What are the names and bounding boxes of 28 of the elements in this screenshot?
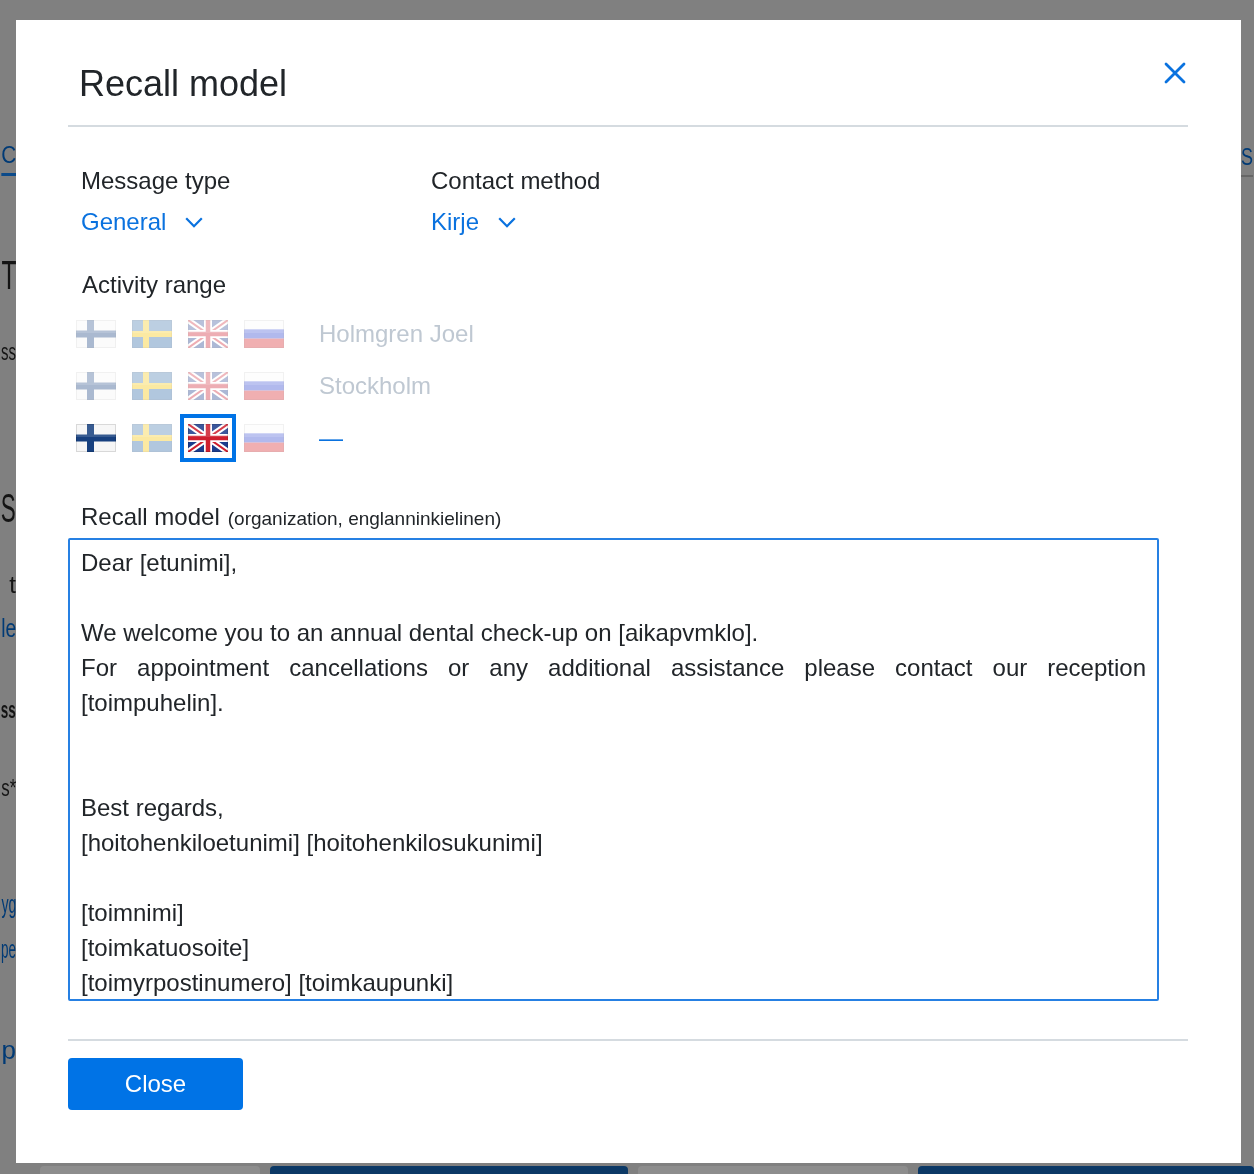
activity-label: Stockholm xyxy=(319,371,432,401)
page-text: t xyxy=(9,570,16,600)
chevron-down-icon xyxy=(498,216,516,228)
flag-button[interactable] xyxy=(180,414,236,462)
chevron-down-icon xyxy=(185,216,204,228)
field-label: Recall model xyxy=(81,502,220,532)
page-text: ss xyxy=(1,337,16,367)
dropdown[interactable]: Kirje xyxy=(431,206,516,238)
page-text: s* xyxy=(1,773,16,803)
message-field[interactable]: Dear [etunimi], We welcome you to an annual dental check-up on [aikapvmklo]. For appointment cancellations or any additional assistance please contact our reception [toimpuhelin]. Best regards, [hoitohenkiloetunimi] [hoitohenkilosukunimi] [toimnimi] [toimkatuosoite] [toimyrpostinumero] [toimkaupunki] xyxy=(68,538,1159,1001)
dropdown[interactable]: General xyxy=(81,206,204,238)
activity-label: — xyxy=(319,423,343,453)
page-link[interactable]: yg xyxy=(1,888,16,920)
page-heading: T xyxy=(1,252,16,299)
field-label: Contact method xyxy=(431,166,601,196)
dialog-title: Recall model xyxy=(79,62,288,106)
page-text: ss xyxy=(1,695,16,725)
page-heading: S xyxy=(1,485,16,532)
field-label: Message type xyxy=(81,166,231,196)
page-link[interactable]: pe xyxy=(1,933,16,965)
close-icon xyxy=(1163,61,1187,85)
close-button[interactable] xyxy=(1163,61,1187,85)
activity-label: Holmgren Joel xyxy=(319,319,474,349)
page-link[interactable]: p xyxy=(1,1034,16,1066)
section-label: Activity range xyxy=(82,270,227,300)
field-note: (organization, englanninkielinen) xyxy=(227,508,502,530)
page-link[interactable]: le xyxy=(1,612,16,644)
close-button[interactable]: Close xyxy=(68,1058,243,1110)
